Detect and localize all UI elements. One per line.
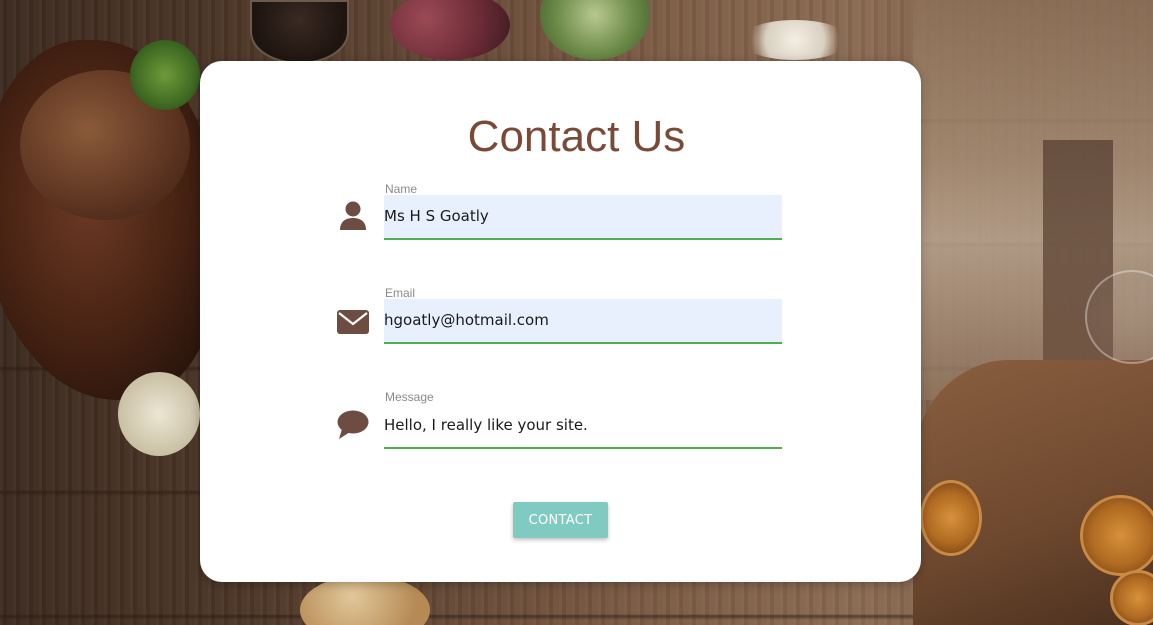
message-field[interactable] (384, 404, 782, 449)
dried-orange-slice (1080, 495, 1153, 576)
speech-bubble-icon (336, 408, 370, 442)
page-title: Contact Us (467, 112, 686, 161)
sauce-bowl (250, 0, 349, 64)
name-label: Name (385, 182, 418, 196)
email-label: Email (385, 286, 416, 300)
name-input[interactable] (384, 195, 782, 238)
dried-orange-slice (920, 480, 982, 556)
grilled-onion-image (118, 372, 200, 456)
name-field[interactable] (384, 195, 782, 240)
message-input[interactable] (384, 404, 782, 447)
white-flowers-image (740, 20, 850, 60)
contact-button[interactable]: CONTACT (513, 502, 608, 538)
email-field[interactable] (384, 299, 782, 344)
email-input[interactable] (384, 299, 782, 342)
parsley-garnish (130, 40, 200, 110)
envelope-icon (336, 305, 370, 339)
message-label: Message (385, 390, 434, 404)
person-icon (336, 199, 370, 233)
dried-orange-slice (1110, 570, 1153, 625)
